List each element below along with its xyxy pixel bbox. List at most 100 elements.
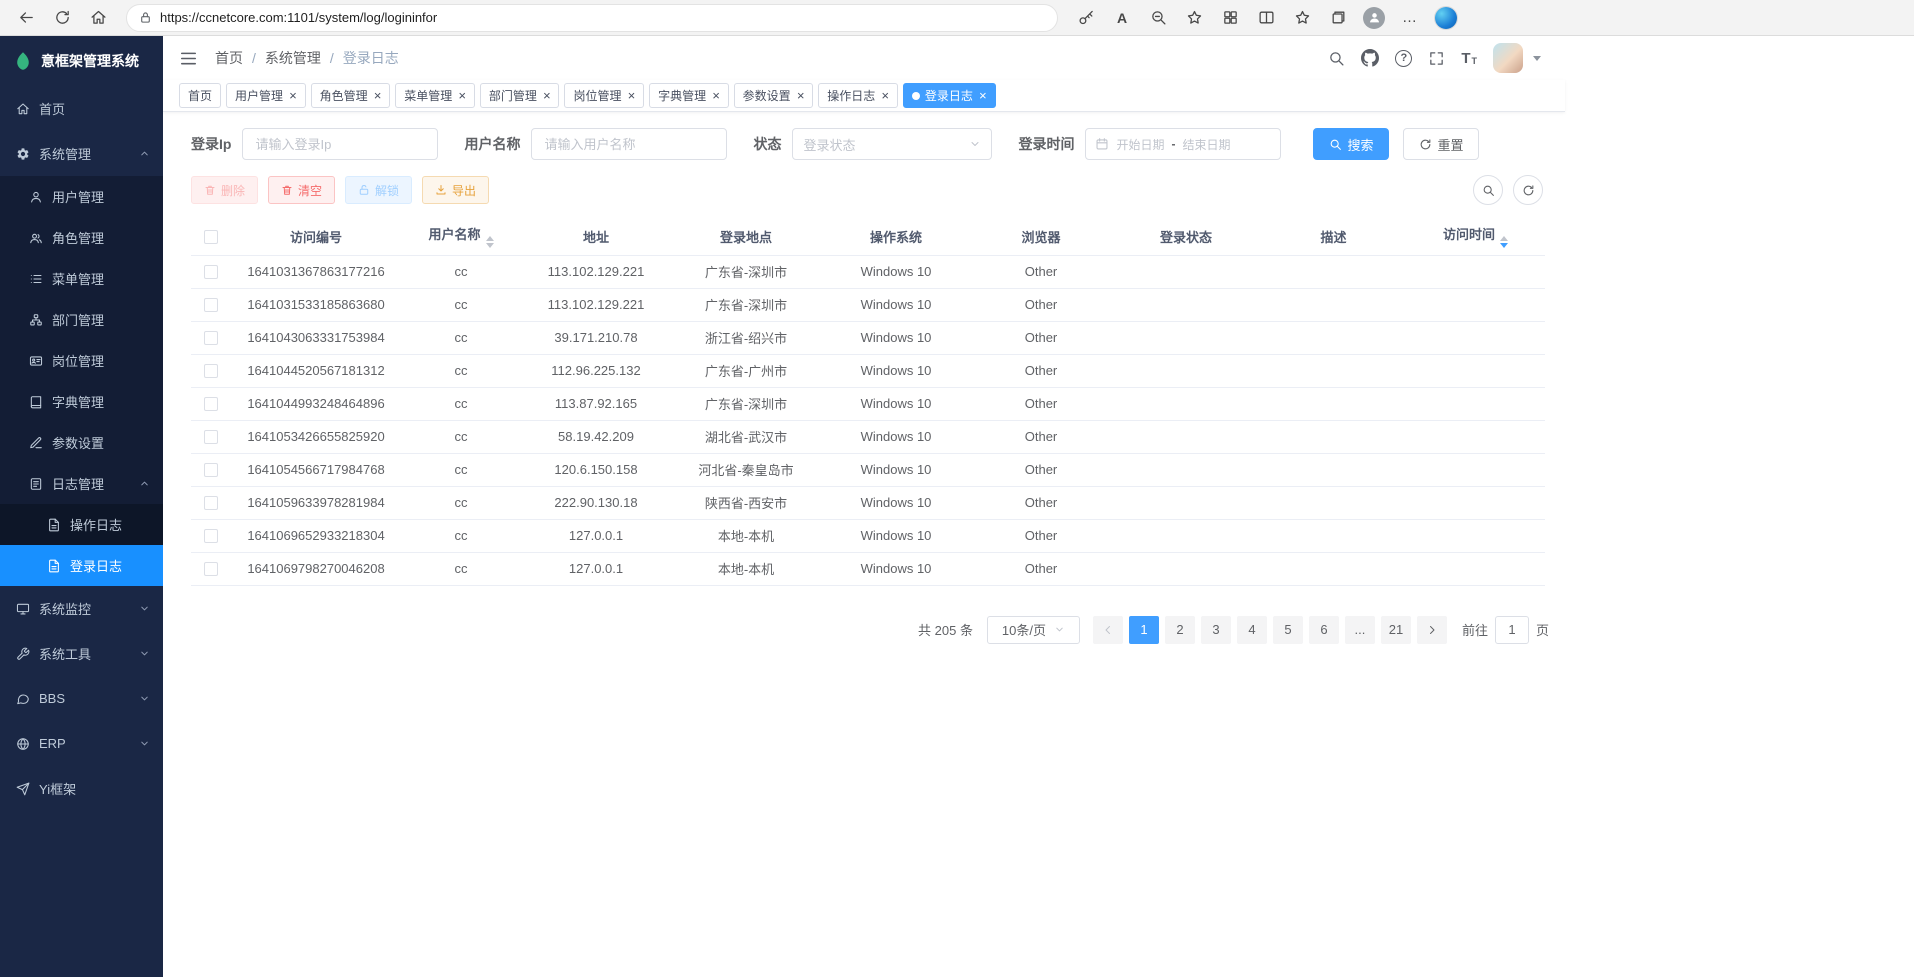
- tab-param-settings[interactable]: 参数设置×: [734, 83, 814, 108]
- fullscreen-icon[interactable]: [1428, 50, 1445, 67]
- row-checkbox[interactable]: [204, 430, 218, 444]
- status-select[interactable]: 登录状态: [792, 128, 992, 160]
- page-button-5[interactable]: 5: [1273, 616, 1303, 644]
- search-button[interactable]: 搜索: [1313, 128, 1389, 160]
- reset-button[interactable]: 重置: [1403, 128, 1479, 160]
- sidebar-item-log-mgmt[interactable]: 日志管理: [0, 463, 163, 504]
- table-row[interactable]: 1641031533185863680 cc 113.102.129.221 广…: [191, 288, 1545, 321]
- sidebar-item-menu-mgmt[interactable]: 菜单管理: [0, 258, 163, 299]
- login-ip-input[interactable]: [242, 128, 438, 160]
- close-icon[interactable]: ×: [797, 89, 805, 102]
- address-bar[interactable]: https://ccnetcore.com:1101/system/log/lo…: [126, 4, 1058, 32]
- header-search-icon[interactable]: [1328, 50, 1345, 67]
- close-icon[interactable]: ×: [289, 89, 297, 102]
- table-row[interactable]: 1641069798270046208 cc 127.0.0.1 本地-本机 W…: [191, 552, 1545, 585]
- browser-refresh-button[interactable]: [46, 4, 78, 32]
- github-icon[interactable]: [1361, 49, 1379, 67]
- table-row[interactable]: 1641054566717984768 cc 120.6.150.158 河北省…: [191, 453, 1545, 486]
- avatar-dropdown-caret[interactable]: [1533, 56, 1541, 61]
- collections-icon[interactable]: [1322, 4, 1354, 32]
- col-user-name[interactable]: 用户名称: [401, 218, 521, 255]
- help-icon[interactable]: ?: [1395, 50, 1412, 67]
- tab-home[interactable]: 首页: [179, 83, 221, 108]
- tab-oper-log[interactable]: 操作日志×: [818, 83, 898, 108]
- zoom-out-icon[interactable]: [1142, 4, 1174, 32]
- row-checkbox[interactable]: [204, 265, 218, 279]
- row-checkbox[interactable]: [204, 562, 218, 576]
- password-key-icon[interactable]: [1070, 4, 1102, 32]
- next-page-button[interactable]: [1417, 616, 1447, 644]
- tab-dict-mgmt[interactable]: 字典管理×: [649, 83, 729, 108]
- sidebar-item-dict-mgmt[interactable]: 字典管理: [0, 381, 163, 422]
- sidebar-item-role-mgmt[interactable]: 角色管理: [0, 217, 163, 258]
- close-icon[interactable]: ×: [374, 89, 382, 102]
- read-aloud-icon[interactable]: A: [1106, 4, 1138, 32]
- sidebar-item-bbs[interactable]: BBS: [0, 676, 163, 721]
- sidebar-item-user-mgmt[interactable]: 用户管理: [0, 176, 163, 217]
- delete-button[interactable]: 删除: [191, 176, 258, 204]
- row-checkbox[interactable]: [204, 298, 218, 312]
- page-button-4[interactable]: 4: [1237, 616, 1267, 644]
- table-row[interactable]: 1641043063331753984 cc 39.171.210.78 浙江省…: [191, 321, 1545, 354]
- toggle-search-button[interactable]: [1473, 175, 1503, 205]
- row-checkbox[interactable]: [204, 331, 218, 345]
- col-visit-time[interactable]: 访问时间: [1406, 218, 1545, 255]
- table-row[interactable]: 1641053426655825920 cc 58.19.42.209 湖北省-…: [191, 420, 1545, 453]
- sidebar-item-erp[interactable]: ERP: [0, 721, 163, 766]
- page-button-1[interactable]: 1: [1129, 616, 1159, 644]
- app-logo[interactable]: 意框架管理系统: [0, 36, 163, 86]
- tab-post-mgmt[interactable]: 岗位管理×: [564, 83, 644, 108]
- sidebar-item-home[interactable]: 首页: [0, 86, 163, 131]
- browser-back-button[interactable]: [10, 4, 42, 32]
- close-icon[interactable]: ×: [712, 89, 720, 102]
- sidebar-item-oper-log[interactable]: 操作日志: [0, 504, 163, 545]
- favorites-star-icon[interactable]: [1178, 4, 1210, 32]
- row-checkbox[interactable]: [204, 529, 218, 543]
- browser-menu-icon[interactable]: …: [1394, 4, 1426, 32]
- extensions-icon[interactable]: [1214, 4, 1246, 32]
- refresh-table-button[interactable]: [1513, 175, 1543, 205]
- row-checkbox[interactable]: [204, 397, 218, 411]
- page-button-6[interactable]: 6: [1309, 616, 1339, 644]
- sidebar-item-login-log[interactable]: 登录日志: [0, 545, 163, 586]
- table-row[interactable]: 1641044993248464896 cc 113.87.92.165 广东省…: [191, 387, 1545, 420]
- split-screen-icon[interactable]: [1250, 4, 1282, 32]
- page-button-last[interactable]: 21: [1381, 616, 1411, 644]
- tab-login-log[interactable]: 登录日志×: [903, 83, 996, 108]
- row-checkbox[interactable]: [204, 364, 218, 378]
- sidebar-item-post-mgmt[interactable]: 岗位管理: [0, 340, 163, 381]
- unlock-button[interactable]: 解锁: [345, 176, 412, 204]
- page-size-select[interactable]: 10条/页: [987, 616, 1080, 644]
- tab-role-mgmt[interactable]: 角色管理×: [311, 83, 391, 108]
- export-button[interactable]: 导出: [422, 176, 489, 204]
- table-row[interactable]: 1641031367863177216 cc 113.102.129.221 广…: [191, 255, 1545, 288]
- table-row[interactable]: 1641044520567181312 cc 112.96.225.132 广东…: [191, 354, 1545, 387]
- sidebar-item-system-monitor[interactable]: 系统监控: [0, 586, 163, 631]
- select-all-checkbox[interactable]: [204, 230, 218, 244]
- font-size-icon[interactable]: TT: [1461, 51, 1477, 66]
- breadcrumb-home[interactable]: 首页: [215, 48, 243, 68]
- page-button-2[interactable]: 2: [1165, 616, 1195, 644]
- sidebar-item-system-mgmt[interactable]: 系统管理: [0, 131, 163, 176]
- close-icon[interactable]: ×: [627, 89, 635, 102]
- sidebar-toggle-icon[interactable]: [179, 49, 198, 68]
- tab-menu-mgmt[interactable]: 菜单管理×: [395, 83, 475, 108]
- prev-page-button[interactable]: [1093, 616, 1123, 644]
- page-button-3[interactable]: 3: [1201, 616, 1231, 644]
- sidebar-item-system-tools[interactable]: 系统工具: [0, 631, 163, 676]
- user-avatar[interactable]: [1493, 43, 1523, 73]
- copilot-icon[interactable]: [1430, 4, 1462, 32]
- row-checkbox[interactable]: [204, 496, 218, 510]
- goto-page-input[interactable]: [1495, 616, 1529, 644]
- browser-profile-icon[interactable]: [1358, 4, 1390, 32]
- close-icon[interactable]: ×: [543, 89, 551, 102]
- sidebar-item-dept-mgmt[interactable]: 部门管理: [0, 299, 163, 340]
- browser-home-button[interactable]: [82, 4, 114, 32]
- close-icon[interactable]: ×: [458, 89, 466, 102]
- user-name-input[interactable]: [531, 128, 727, 160]
- row-checkbox[interactable]: [204, 463, 218, 477]
- more-pages-button[interactable]: ...: [1345, 616, 1375, 644]
- sidebar-item-param-settings[interactable]: 参数设置: [0, 422, 163, 463]
- close-icon[interactable]: ×: [979, 89, 987, 102]
- tab-user-mgmt[interactable]: 用户管理×: [226, 83, 306, 108]
